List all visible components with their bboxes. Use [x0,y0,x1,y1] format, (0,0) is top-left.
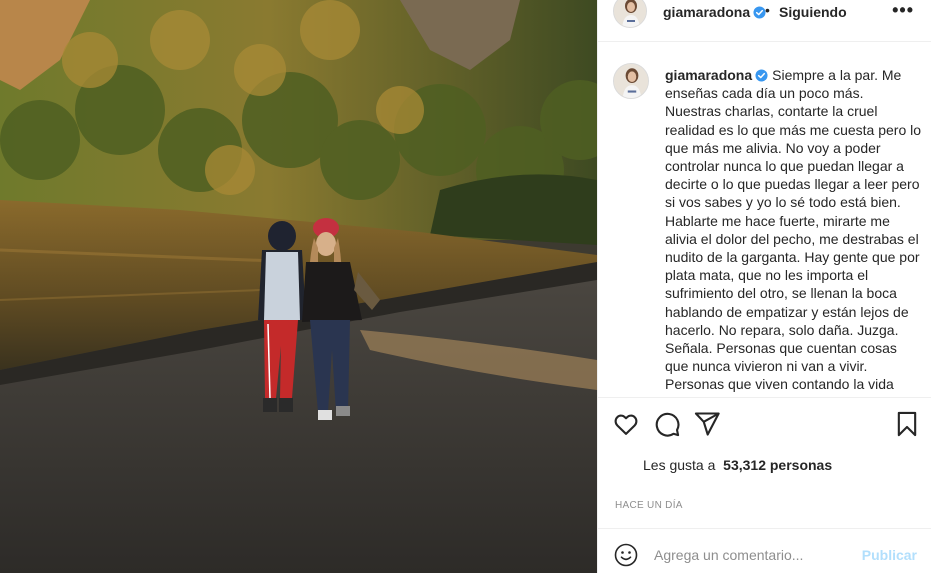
following-button[interactable]: Siguiendo [779,4,847,20]
header-separator: • [765,2,770,18]
caption-author-username[interactable]: giamaradona [665,67,768,83]
author-avatar[interactable] [613,0,647,28]
caption-text: Siempre a la par. Me enseñas cada día un… [665,67,922,397]
post-caption: giamaradona Siempre a la par. Me enseñas … [665,66,923,397]
post-photo[interactable] [0,0,597,573]
likes-value[interactable]: 53,312 personas [723,457,832,473]
more-options-icon[interactable]: ••• [892,1,914,19]
add-comment-bar: Publicar [598,528,931,573]
profile-avatar-icon [614,0,646,27]
post-actions [598,410,931,444]
post-header: giamaradona • Siguiendo ••• [598,0,931,42]
comment-icon[interactable] [653,410,681,438]
publish-button[interactable]: Publicar [862,547,917,563]
post-sidebar: giamaradona • Siguiendo ••• giamaradona S… [597,0,931,573]
share-icon[interactable] [693,410,721,438]
author-username-text[interactable]: giamaradona [663,4,750,20]
likes-prefix: Les gusta a [643,457,716,473]
likes-count[interactable]: Les gusta a 53,312 personas [643,457,832,473]
caption-author-username-text[interactable]: giamaradona [665,67,752,83]
post-timestamp[interactable]: HACE UN DÍA [615,500,683,511]
verified-badge-icon [755,69,768,82]
comments-section: giamaradona Siempre a la par. Me enseñas … [598,43,931,398]
post-photo-image [0,0,597,573]
emoji-icon[interactable] [614,543,640,569]
caption-author-avatar[interactable] [613,63,649,99]
bookmark-icon[interactable] [893,410,921,438]
profile-avatar-icon [614,64,648,98]
author-username[interactable]: giamaradona [663,4,766,20]
comment-input[interactable] [654,542,854,568]
heart-icon[interactable] [612,410,640,438]
